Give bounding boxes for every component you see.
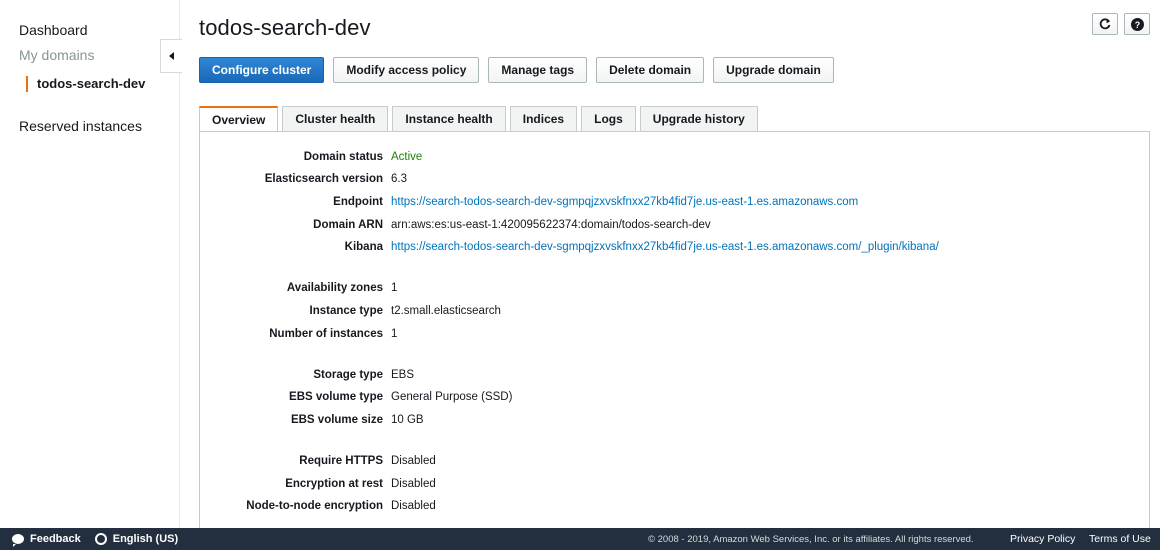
sidebar-item-reserved-instances[interactable]: Reserved instances xyxy=(19,118,142,134)
detail-label: Number of instances xyxy=(269,328,383,340)
detail-storage-type: Storage type EBS xyxy=(199,368,414,382)
detail-value: arn:aws:es:us-east-1:420095622374:domain… xyxy=(391,219,711,231)
feedback-bubble-icon xyxy=(12,534,24,547)
tab-instance-health[interactable]: Instance health xyxy=(392,106,506,131)
detail-label: Node-to-node encryption xyxy=(246,500,383,512)
detail-availability-zones: Availability zones 1 xyxy=(199,281,397,295)
detail-label: Storage type xyxy=(313,369,383,381)
detail-label: Availability zones xyxy=(286,282,383,294)
console-footer: Feedback English (US) © 2008 - 2019, Ama… xyxy=(0,528,1160,550)
help-glyph: ? xyxy=(1134,20,1140,30)
detail-label: Instance type xyxy=(309,305,384,317)
detail-ebs-volume-type: EBS volume type General Purpose (SSD) xyxy=(199,390,512,404)
tab-indices[interactable]: Indices xyxy=(509,106,578,131)
privacy-policy-link[interactable]: Privacy Policy xyxy=(1010,533,1075,545)
sidebar-item-current-domain[interactable]: todos-search-dev xyxy=(26,76,176,92)
language-selector[interactable]: English (US) xyxy=(94,533,179,545)
detail-label: Kibana xyxy=(344,241,383,253)
endpoint-link[interactable]: https://search-todos-search-dev-sgmpqjzx… xyxy=(391,195,858,209)
detail-label: EBS volume type xyxy=(289,391,383,403)
tab-logs[interactable]: Logs xyxy=(581,106,636,131)
detail-value: 1 xyxy=(391,328,398,340)
detail-require-https: Require HTTPS Disabled xyxy=(199,454,436,468)
detail-kibana: Kibana https://search-todos-search-dev-s… xyxy=(199,240,939,254)
page-title: todos-search-dev xyxy=(199,15,371,40)
detail-node-to-node-encryption: Node-to-node encryption Disabled xyxy=(199,499,436,513)
language-label: English (US) xyxy=(112,533,179,545)
detail-label: Elasticsearch version xyxy=(264,173,383,185)
tab-overview[interactable]: Overview xyxy=(199,106,279,132)
feedback-label: Feedback xyxy=(30,533,81,545)
feedback-button[interactable]: Feedback xyxy=(12,533,81,547)
detail-label: Endpoint xyxy=(333,196,383,208)
detail-value: 1 xyxy=(391,282,398,294)
detail-value: Disabled xyxy=(391,478,436,490)
refresh-button[interactable] xyxy=(1092,13,1118,35)
detail-value: 10 GB xyxy=(391,414,424,426)
detail-value: t2.small.elasticsearch xyxy=(391,305,501,317)
detail-number-of-instances: Number of instances 1 xyxy=(199,327,397,341)
tab-cluster-health[interactable]: Cluster health xyxy=(282,106,389,131)
detail-label: Require HTTPS xyxy=(299,455,383,467)
detail-value: 6.3 xyxy=(391,173,407,185)
detail-elasticsearch-version: Elasticsearch version 6.3 xyxy=(199,172,407,186)
detail-label: Encryption at rest xyxy=(285,478,383,490)
sidebar-collapse-button[interactable] xyxy=(160,39,182,73)
detail-label: Domain status xyxy=(303,151,383,163)
configure-cluster-button[interactable]: Configure cluster xyxy=(199,57,325,83)
refresh-icon xyxy=(1099,18,1111,30)
detail-domain-arn: Domain ARN arn:aws:es:us-east-1:42009562… xyxy=(199,218,711,232)
help-button[interactable]: ? xyxy=(1124,13,1150,35)
sidebar: Dashboard My domains todos-search-dev Re… xyxy=(0,0,180,528)
tab-bar: Overview Cluster health Instance health … xyxy=(199,106,758,132)
detail-value: EBS xyxy=(391,369,415,381)
delete-domain-button[interactable]: Delete domain xyxy=(596,57,705,83)
status-badge: Active xyxy=(391,151,423,163)
terms-of-use-link[interactable]: Terms of Use xyxy=(1089,533,1151,545)
detail-instance-type: Instance type t2.small.elasticsearch xyxy=(199,304,501,318)
modify-access-policy-button[interactable]: Modify access policy xyxy=(333,57,480,83)
copyright-text: © 2008 - 2019, Amazon Web Services, Inc.… xyxy=(648,533,974,545)
help-icon: ? xyxy=(1130,17,1144,31)
detail-encryption-at-rest: Encryption at rest Disabled xyxy=(199,477,436,491)
sidebar-item-dashboard[interactable]: Dashboard xyxy=(19,22,88,38)
globe-icon xyxy=(94,533,107,545)
kibana-link[interactable]: https://search-todos-search-dev-sgmpqjzx… xyxy=(391,240,939,254)
caret-left-icon xyxy=(169,52,174,60)
detail-label: EBS volume size xyxy=(290,414,383,426)
detail-value: Disabled xyxy=(391,455,436,467)
detail-domain-status: Domain status Active xyxy=(199,150,423,164)
sidebar-item-my-domains: My domains xyxy=(19,47,95,63)
sidebar-item-current-domain-label: todos-search-dev xyxy=(37,76,146,91)
tab-upgrade-history[interactable]: Upgrade history xyxy=(639,106,758,131)
detail-value: Disabled xyxy=(391,500,436,512)
action-toolbar: Configure cluster Modify access policy M… xyxy=(199,57,834,83)
upgrade-domain-button[interactable]: Upgrade domain xyxy=(713,57,834,83)
detail-label: Domain ARN xyxy=(313,219,383,231)
detail-value: General Purpose (SSD) xyxy=(391,391,513,403)
detail-endpoint: Endpoint https://search-todos-search-dev… xyxy=(199,195,858,209)
manage-tags-button[interactable]: Manage tags xyxy=(488,57,588,83)
detail-ebs-volume-size: EBS volume size 10 GB xyxy=(199,413,424,427)
